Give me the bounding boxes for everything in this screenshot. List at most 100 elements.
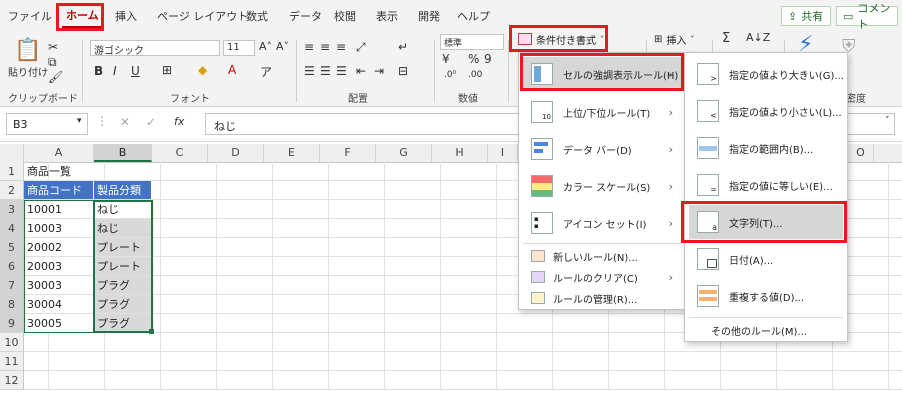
column-header[interactable]: F: [320, 144, 376, 162]
tab-formulas[interactable]: 数式: [246, 8, 268, 24]
wrap-text-icon[interactable]: ↵: [398, 40, 408, 54]
column-header[interactable]: O: [848, 144, 874, 162]
font-name-combo[interactable]: 游ゴシック: [90, 40, 220, 56]
fill-handle[interactable]: [149, 329, 154, 334]
submenu-item-greater-than[interactable]: > 指定の値より大きい(G)...: [689, 57, 844, 91]
sort-filter-icon[interactable]: A↓Z: [746, 31, 770, 44]
fill-color-icon[interactable]: ◆: [198, 63, 207, 77]
insert-cells-button[interactable]: ⊞ 挿入 ˅: [654, 32, 694, 47]
tab-help[interactable]: ヘルプ: [457, 8, 490, 24]
menu-item-clear-rules[interactable]: ルールのクリア(C) ›: [523, 267, 681, 287]
orientation-icon[interactable]: ⤢: [356, 40, 366, 55]
submenu-arrow-icon: ›: [668, 142, 673, 156]
menu-item-top-bottom-rules[interactable]: 10 上位/下位ルール(T) ›: [523, 95, 681, 129]
align-left-icon[interactable]: ☰: [304, 64, 315, 78]
autosum-icon[interactable]: Σ: [722, 31, 730, 46]
expand-formula-bar-icon[interactable]: ˅: [885, 116, 890, 126]
align-top-icon[interactable]: ≡: [304, 40, 314, 54]
shrink-font-icon[interactable]: A˅: [276, 40, 289, 53]
bold-icon[interactable]: B: [94, 64, 103, 78]
row-header[interactable]: 11: [0, 352, 24, 371]
row-header[interactable]: 3: [0, 200, 24, 219]
comment-button[interactable]: ▭ コメント: [836, 2, 898, 31]
row-header[interactable]: 2: [0, 181, 24, 200]
row-header[interactable]: 8: [0, 295, 24, 314]
submenu-item-equal-to[interactable]: = 指定の値に等しい(E)...: [689, 168, 833, 202]
increase-decimal-icon[interactable]: .0⁰: [444, 70, 456, 80]
menu-item-icon-sets[interactable]: ▪ ▪ アイコン セット(I) ›: [523, 206, 681, 240]
share-button[interactable]: ⇪ 共有: [781, 6, 831, 26]
duplicate-values-icon: [697, 285, 719, 307]
enter-icon[interactable]: ✓: [146, 115, 156, 129]
column-header[interactable]: D: [208, 144, 264, 162]
phonetic-icon[interactable]: ア: [260, 63, 272, 80]
border-icon[interactable]: ⊞: [162, 63, 172, 77]
format-painter-icon[interactable]: 🖌: [48, 70, 63, 84]
increase-indent-icon[interactable]: ⇥: [374, 64, 384, 78]
column-header[interactable]: H: [432, 144, 488, 162]
tab-view[interactable]: 表示: [376, 8, 398, 24]
row-header[interactable]: 12: [0, 371, 24, 390]
comma-style-icon[interactable]: 9: [484, 52, 492, 66]
submenu-item-date-occurring[interactable]: 日付(A)...: [689, 242, 773, 276]
align-middle-icon[interactable]: ≡: [320, 40, 330, 54]
tab-page-layout[interactable]: ページ レイアウト: [157, 8, 248, 24]
tab-file[interactable]: ファイル: [8, 8, 52, 24]
group-label-alignment: 配置: [348, 94, 368, 105]
submenu-item-less-than[interactable]: < 指定の値より小さい(L)...: [689, 94, 842, 128]
column-header[interactable]: B: [94, 144, 152, 162]
cut-icon[interactable]: ✂: [48, 40, 58, 54]
paste-button-label[interactable]: 貼り付け: [8, 64, 48, 79]
menu-item-data-bars[interactable]: データ バー(D) ›: [523, 132, 681, 166]
row-header[interactable]: 5: [0, 238, 24, 257]
number-format-combo[interactable]: 標準: [440, 34, 504, 50]
highlight-cells-rules-submenu: > 指定の値より大きい(G)... < 指定の値より小さい(L)... 指定の範…: [684, 52, 848, 342]
row-header[interactable]: 4: [0, 219, 24, 238]
copy-icon[interactable]: ⧉: [48, 55, 57, 70]
column-header[interactable]: C: [152, 144, 208, 162]
row-header[interactable]: 7: [0, 276, 24, 295]
percent-icon[interactable]: %: [468, 52, 479, 66]
font-size-combo[interactable]: 11: [223, 40, 255, 56]
tab-review[interactable]: 校閲: [334, 8, 356, 24]
submenu-item-duplicate-values[interactable]: 重複する値(D)...: [689, 279, 804, 313]
menu-item-manage-rules[interactable]: ルールの管理(R)...: [523, 288, 637, 308]
name-box[interactable]: B3: [6, 113, 88, 135]
row-header[interactable]: 9: [0, 314, 24, 333]
merge-center-icon[interactable]: ⊟: [398, 64, 408, 78]
insert-cells-icon: ⊞: [654, 34, 663, 45]
decrease-indent-icon[interactable]: ⇤: [356, 64, 366, 78]
italic-icon[interactable]: I: [113, 64, 117, 78]
column-header[interactable]: G: [376, 144, 432, 162]
cancel-icon[interactable]: ✕: [120, 115, 130, 129]
submenu-item-more-rules[interactable]: その他のルール(M)...: [711, 320, 807, 340]
align-center-icon[interactable]: ☰: [320, 64, 331, 78]
row-header[interactable]: 10: [0, 333, 24, 352]
menu-item-new-rule[interactable]: 新しいルール(N)...: [523, 246, 638, 266]
submenu-item-between[interactable]: 指定の範囲内(B)...: [689, 131, 813, 165]
select-all-corner[interactable]: [0, 144, 24, 162]
row-header[interactable]: 1: [0, 162, 24, 181]
submenu-arrow-icon: ›: [668, 270, 673, 284]
column-header[interactable]: A: [24, 144, 94, 162]
font-color-icon[interactable]: A: [228, 63, 236, 77]
header-cell-product-category[interactable]: 製品分類: [94, 181, 152, 200]
cell-a1[interactable]: 商品一覧: [24, 162, 152, 181]
header-cell-product-code[interactable]: 商品コード: [24, 181, 94, 200]
tab-data[interactable]: データ: [289, 8, 322, 24]
paste-icon[interactable]: 📋: [14, 38, 41, 63]
underline-icon[interactable]: U: [131, 64, 140, 78]
insert-function-icon[interactable]: fx: [174, 115, 184, 128]
align-right-icon[interactable]: ☰: [336, 64, 347, 78]
name-box-dropdown-icon[interactable]: ▾: [77, 116, 82, 126]
tab-insert[interactable]: 挿入: [115, 8, 137, 24]
menu-item-color-scales[interactable]: カラー スケール(S) ›: [523, 169, 681, 203]
decrease-decimal-icon[interactable]: .00: [468, 70, 482, 80]
tab-developer[interactable]: 開発: [418, 8, 440, 24]
align-bottom-icon[interactable]: ≡: [336, 40, 346, 54]
grow-font-icon[interactable]: A˄: [259, 40, 272, 53]
column-header[interactable]: E: [264, 144, 320, 162]
column-header[interactable]: I: [488, 144, 518, 162]
currency-icon[interactable]: ¥: [442, 52, 450, 66]
row-header[interactable]: 6: [0, 257, 24, 276]
